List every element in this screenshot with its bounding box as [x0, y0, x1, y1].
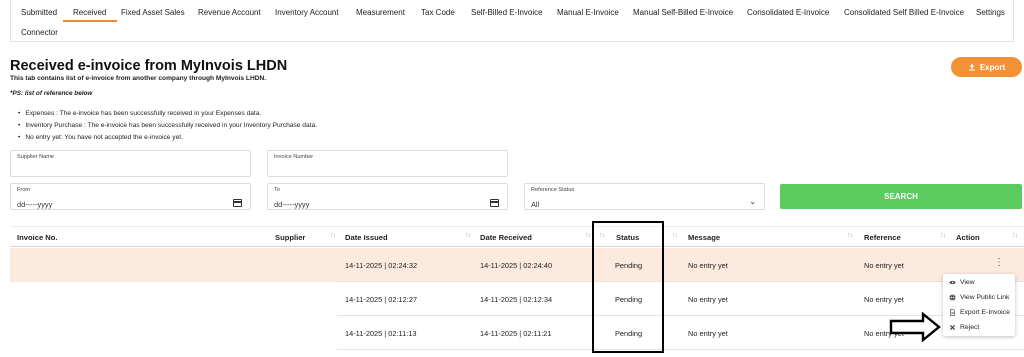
tab-revenue-account[interactable]: Revenue Account — [198, 8, 261, 17]
tab-bar: Submitted Received Fixed Asset Sales Rev… — [10, 0, 1014, 42]
sort-icon[interactable]: ↑↓ — [847, 232, 853, 239]
redaction-mask-highlight — [10, 248, 337, 282]
invoice-number-label: Invoice Number — [274, 154, 314, 160]
column-invoice-no[interactable]: Invoice No. — [17, 233, 58, 242]
message-cell: No entry yet — [688, 295, 728, 304]
tab-manual-self-billed-e-invoice[interactable]: Manual Self-Billed E-Invoice — [633, 8, 733, 17]
tab-self-billed-e-invoice[interactable]: Self-Billed E-Invoice — [471, 8, 543, 17]
menu-item-label: Export E-Invoice — [960, 309, 1010, 316]
sort-icon[interactable]: ↑↓ — [465, 232, 471, 239]
legend-item-inventory-purchase: Inventory Purchase : The e-invoice has b… — [18, 120, 317, 132]
page-subtitle: This tab contains list of e-invoice from… — [10, 75, 267, 82]
column-supplier[interactable]: Supplier — [275, 233, 305, 242]
tab-measurement[interactable]: Measurement — [356, 8, 405, 17]
column-action: Action — [956, 233, 980, 242]
tab-inventory-account[interactable]: Inventory Account — [275, 8, 339, 17]
active-tab-indicator — [63, 20, 117, 22]
ps-note: *PS: list of reference below — [10, 90, 93, 97]
date-issued-cell: 14-11-2025 | 02:12:27 — [345, 295, 418, 304]
search-button[interactable]: SEARCH — [780, 184, 1022, 209]
sort-icon[interactable]: ↑↓ — [940, 232, 946, 239]
upload-icon — [969, 63, 975, 71]
chevron-down-icon: ⌄ — [749, 197, 756, 206]
reference-cell: No entry yet — [864, 261, 904, 270]
sort-icon[interactable]: ↑↓ — [585, 232, 591, 239]
column-date-issued[interactable]: Date Issued — [345, 233, 388, 242]
column-date-received[interactable]: Date Received — [480, 233, 532, 242]
more-options-icon[interactable]: ⋮ — [994, 258, 1004, 268]
eye-icon — [949, 280, 956, 285]
to-date-input[interactable]: To dd-----yyyy — [267, 183, 508, 210]
tab-received[interactable]: Received — [73, 8, 106, 17]
tab-consolidated-e-invoice[interactable]: Consolidated E-Invoice — [747, 8, 829, 17]
supplier-name-label: Supplier Name — [17, 154, 54, 160]
reference-status-value: All — [531, 200, 540, 209]
annotation-box — [592, 221, 664, 353]
reference-status-label: Reference Status — [531, 187, 575, 193]
tab-manual-e-invoice[interactable]: Manual E-Invoice — [557, 8, 619, 17]
invoice-number-input[interactable]: Invoice Number — [267, 150, 508, 177]
date-issued-cell: 14-11-2025 | 02:11:13 — [345, 329, 417, 338]
date-received-cell: 14-11-2025 | 02:12:34 — [480, 295, 553, 304]
tab-settings[interactable]: Settings — [976, 8, 1005, 17]
tab-consolidated-self-billed-e-invoice[interactable]: Consolidated Self Billed E-Invoice — [844, 8, 964, 17]
supplier-name-input[interactable]: Supplier Name — [10, 150, 251, 177]
sort-icon[interactable]: ↑↓ — [1012, 232, 1018, 239]
document-icon — [950, 309, 956, 316]
date-issued-cell: 14-11-2025 | 02:24:32 — [345, 261, 418, 270]
from-date-input[interactable]: From dd-----yyyy — [10, 183, 251, 210]
reference-status-select[interactable]: Reference Status All ⌄ — [524, 183, 765, 210]
calendar-icon[interactable] — [490, 199, 499, 207]
calendar-icon[interactable] — [233, 199, 242, 207]
reference-legend: Expenses : The e-invoice has been succes… — [18, 108, 317, 144]
to-date-value: dd-----yyyy — [274, 200, 310, 209]
menu-item-label: Reject — [960, 324, 980, 331]
menu-item-label: View Public Link — [960, 294, 1010, 301]
from-date-label: From — [17, 187, 31, 193]
date-received-cell: 14-11-2025 | 02:24:40 — [480, 261, 553, 270]
date-received-cell: 14-11-2025 | 02:11:21 — [480, 329, 552, 338]
tab-tax-code[interactable]: Tax Code — [421, 8, 455, 17]
legend-item-expenses: Expenses : The e-invoice has been succes… — [18, 108, 317, 120]
to-date-label: To — [274, 187, 280, 193]
message-cell: No entry yet — [688, 261, 728, 270]
sort-icon[interactable]: ↑↓ — [330, 232, 336, 239]
annotation-arrow-icon — [889, 312, 941, 342]
message-cell: No entry yet — [688, 329, 728, 338]
export-button[interactable]: Export — [951, 57, 1022, 77]
column-reference[interactable]: Reference — [864, 233, 901, 242]
menu-item-view[interactable]: View — [949, 279, 975, 286]
tab-fixed-asset-sales[interactable]: Fixed Asset Sales — [121, 8, 185, 17]
menu-item-export-e-invoice[interactable]: Export E-Invoice — [949, 309, 1010, 316]
menu-item-view-public-link[interactable]: View Public Link — [949, 294, 1009, 301]
column-message[interactable]: Message — [688, 233, 720, 242]
tab-connector[interactable]: Connector — [21, 28, 58, 37]
globe-icon — [949, 294, 956, 301]
page-title: Received e-invoice from MyInvois LHDN — [10, 58, 288, 74]
menu-item-label: View — [960, 279, 975, 286]
legend-item-no-entry: No entry yet: You have not accepted the … — [18, 132, 317, 144]
tab-submitted[interactable]: Submitted — [21, 8, 57, 17]
menu-item-reject[interactable]: Reject — [949, 324, 979, 331]
action-menu: View View Public Link Export E-Invoice R… — [943, 274, 1015, 336]
close-icon — [950, 325, 955, 330]
export-label: Export — [979, 62, 1006, 72]
sort-icon[interactable]: ↑↓ — [672, 232, 678, 239]
from-date-value: dd-----yyyy — [17, 200, 53, 209]
table-header: Invoice No. Supplier ↑↓ Date Issued ↑↓ D… — [10, 226, 1024, 247]
reference-cell: No entry yet — [864, 295, 904, 304]
